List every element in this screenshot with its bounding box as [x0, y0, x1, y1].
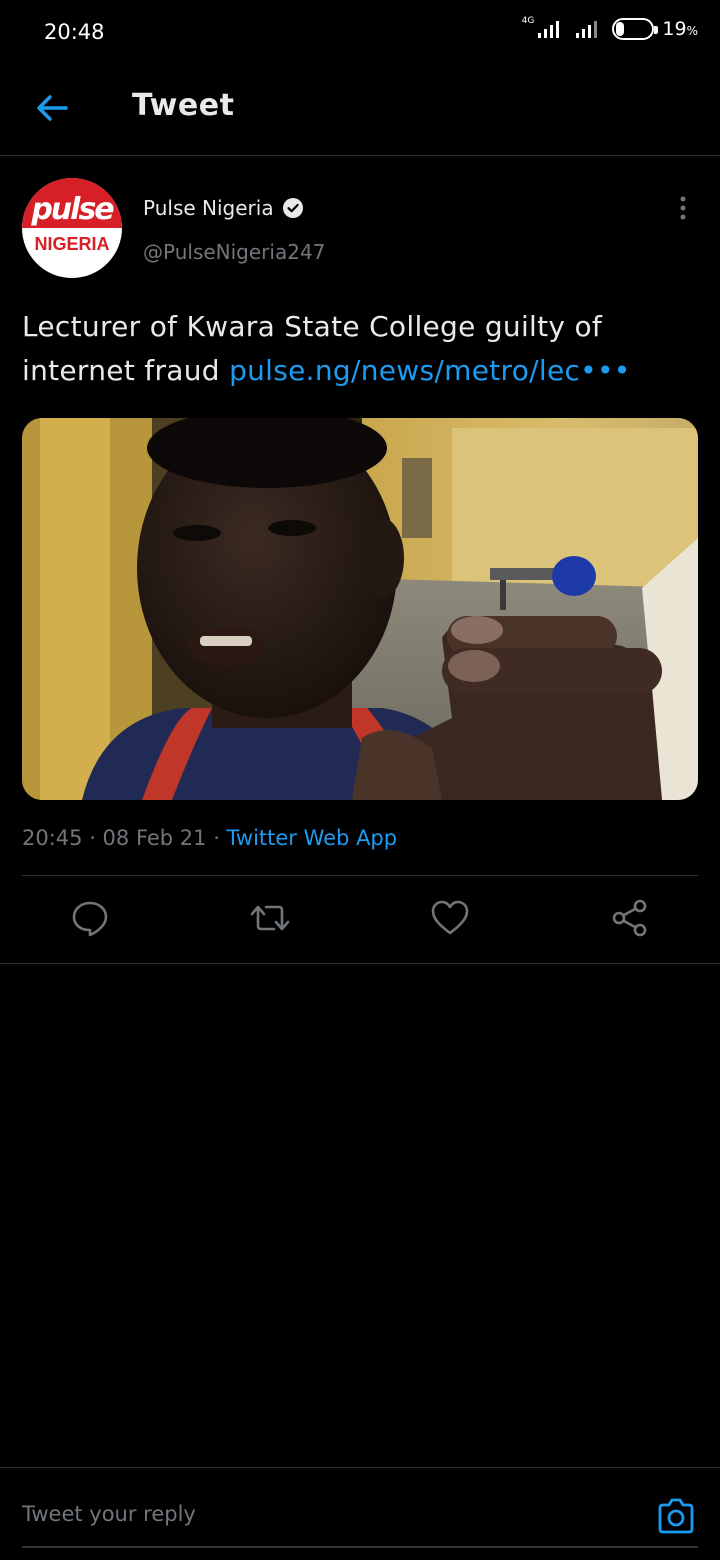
tweet-photo[interactable] [22, 418, 698, 800]
reply-bubble-icon[interactable] [70, 898, 110, 938]
divider [0, 963, 720, 964]
battery-percent: 19 [662, 18, 687, 40]
tweet-text: Lecturer of Kwara State College guilty o… [22, 305, 702, 393]
reply-underline [22, 1546, 698, 1548]
retweet-icon[interactable] [250, 898, 290, 938]
header-bar: Tweet [0, 68, 720, 156]
status-time: 20:48 [44, 20, 105, 44]
tweet-meta: 20:45 · 08 Feb 21 · Twitter Web App [22, 826, 397, 850]
avatar[interactable]: pulse NIGERIA [22, 178, 122, 278]
battery-icon [612, 18, 659, 40]
more-vertical-icon[interactable] [672, 192, 694, 224]
tweet-timestamp: 20:45 · 08 Feb 21 · [22, 826, 227, 850]
signal-icon [538, 21, 560, 38]
heart-icon[interactable] [430, 898, 470, 938]
avatar-logo-subtext: NIGERIA [34, 234, 110, 254]
camera-icon[interactable] [656, 1496, 696, 1536]
author-name[interactable]: Pulse Nigeria [143, 196, 274, 220]
battery-unit: % [686, 24, 698, 38]
battery-fill [616, 22, 624, 36]
author-handle[interactable]: @PulseNigeria247 [143, 240, 325, 264]
tweet-source[interactable]: Twitter Web App [227, 826, 398, 850]
avatar-logo-text: pulse [31, 192, 114, 227]
tweet-link[interactable]: pulse.ng/news/metro/lec••• [229, 354, 631, 387]
page-title: Tweet [132, 88, 235, 123]
signal-icon-2 [576, 21, 598, 38]
arrow-left-icon[interactable] [30, 86, 74, 130]
verified-badge-icon [282, 198, 303, 218]
author-name-row[interactable]: Pulse Nigeria [143, 196, 304, 220]
photo-illustration [22, 418, 698, 800]
status-icons: 4G 19% [521, 16, 698, 40]
reply-input[interactable] [22, 1502, 622, 1526]
status-bar: 20:48 4G 19% [0, 0, 720, 68]
share-icon[interactable] [610, 898, 650, 938]
network-type: 4G [521, 16, 535, 26]
battery-text: 19% [662, 18, 698, 40]
tweet-actions [0, 876, 720, 964]
